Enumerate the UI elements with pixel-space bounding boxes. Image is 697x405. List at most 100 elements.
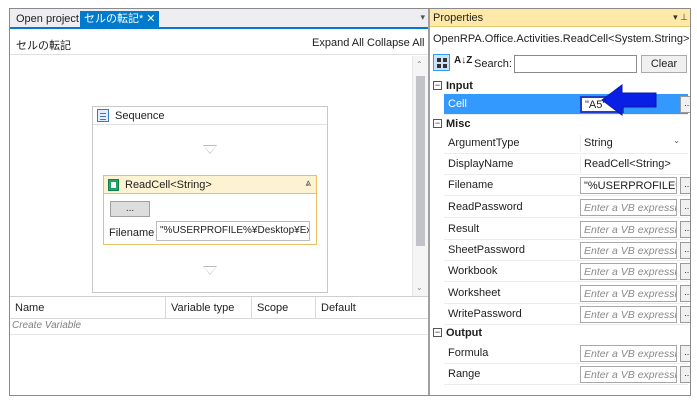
create-variable-row[interactable]: Create Variable [12, 320, 81, 331]
property-row-filename[interactable]: Filename "%USERPROFILE%¥D ... [444, 175, 690, 196]
filename-label: Filename [109, 227, 155, 239]
close-icon[interactable]: ✕ [146, 13, 155, 25]
column-default[interactable]: Default [316, 297, 428, 319]
browse-button[interactable]: ... [110, 201, 150, 217]
argumenttype-select[interactable]: String [580, 135, 676, 152]
drop-target-arrow-icon[interactable] [203, 266, 217, 275]
collapse-all-link[interactable]: Collapse All [367, 37, 424, 49]
result-input[interactable]: Enter a VB expressio [580, 221, 677, 238]
sequence-header: Sequence [93, 107, 327, 125]
chevron-down-icon[interactable]: ⌄ [673, 136, 680, 145]
expression-editor-button[interactable]: ... [680, 242, 690, 259]
property-name: Workbook [448, 265, 498, 277]
tab-open-project[interactable]: Open project [12, 11, 83, 28]
category-misc[interactable]: − Misc [430, 116, 690, 132]
window-frame: Open project セルの転記* ✕ ▾ セルの転記 Expand All … [9, 8, 691, 396]
property-name: Formula [448, 347, 489, 359]
property-name: Result [448, 223, 480, 235]
tab-active-workflow[interactable]: セルの転記* ✕ [80, 11, 159, 28]
property-row-formula[interactable]: Formula Enter a VB expressio ... [444, 343, 690, 364]
readcell-header: ReadCell<String> ⩓ [104, 176, 316, 194]
breadcrumb[interactable]: セルの転記 [16, 37, 71, 53]
search-label: Search: [474, 58, 512, 70]
category-label: Input [446, 80, 473, 92]
property-name: WritePassword [448, 308, 522, 320]
property-name: DisplayName [448, 158, 514, 170]
property-row-worksheet[interactable]: Worksheet Enter a VB expressio ... [444, 283, 690, 304]
expression-editor-button[interactable]: ... [680, 199, 690, 216]
expression-editor-button[interactable]: ... [680, 306, 690, 323]
property-name: Range [448, 368, 481, 380]
properties-pane: Properties ▾ ⊥ OpenRPA.Office.Activities… [428, 9, 690, 395]
properties-titlebar: Properties ▾ ⊥ [430, 9, 690, 27]
property-name: SheetPassword [448, 244, 526, 256]
collapse-icon[interactable]: − [433, 81, 442, 90]
property-name: ArgumentType [448, 137, 520, 149]
expand-all-link[interactable]: Expand All [312, 37, 364, 49]
workbook-input[interactable]: Enter a VB expressio [580, 263, 677, 280]
tab-overflow-icon[interactable]: ▾ [420, 12, 425, 23]
property-row-result[interactable]: Result Enter a VB expressio ... [444, 219, 690, 240]
sequence-activity[interactable]: Sequence ReadCell<String> ⩓ ... Filename… [92, 106, 328, 293]
range-input[interactable]: Enter a VB expressio [580, 366, 677, 383]
sort-alphabetical-icon[interactable]: A↓Z [454, 55, 472, 66]
readpassword-input[interactable]: Enter a VB expressio [580, 199, 677, 216]
divider [10, 334, 428, 335]
expression-editor-button[interactable]: ... [680, 221, 690, 238]
expression-editor-button[interactable]: ... [680, 263, 690, 280]
variables-panel: Name Variable type Scope Default Create … [10, 296, 428, 395]
property-row-displayname[interactable]: DisplayName ReadCell<String> [444, 154, 688, 175]
expression-editor-button[interactable]: ... [680, 366, 690, 383]
formula-input[interactable]: Enter a VB expressio [580, 345, 677, 362]
writepassword-input[interactable]: Enter a VB expressio [580, 306, 677, 323]
categorized-icon[interactable] [433, 54, 450, 71]
column-variable-type[interactable]: Variable type [166, 297, 252, 319]
property-row-range[interactable]: Range Enter a VB expressio ... [444, 364, 690, 385]
filename-input[interactable]: "%USERPROFILE%¥Desktop¥Exc [156, 221, 310, 241]
sequence-title: Sequence [115, 110, 165, 122]
expression-editor-button[interactable]: ... [680, 285, 690, 302]
property-row-readpassword[interactable]: ReadPassword Enter a VB expressio ... [444, 197, 690, 218]
category-output[interactable]: − Output [430, 325, 690, 341]
scrollbar-thumb[interactable] [416, 76, 425, 246]
properties-title: Properties [433, 12, 484, 24]
clear-button[interactable]: Clear [641, 55, 687, 73]
document-tab-bar: Open project セルの転記* ✕ ▾ [10, 9, 428, 29]
filename-value-input[interactable]: "%USERPROFILE%¥D [580, 177, 677, 194]
property-name: Filename [448, 179, 494, 191]
readcell-title: ReadCell<String> [125, 179, 212, 191]
designer-scrollbar[interactable]: ⌃ ⌄ [412, 56, 428, 296]
designer-canvas[interactable]: Sequence ReadCell<String> ⩓ ... Filename… [10, 56, 428, 296]
property-name: Cell [448, 98, 467, 110]
column-scope[interactable]: Scope [252, 297, 316, 319]
drop-target-arrow-icon[interactable] [203, 145, 217, 154]
collapse-icon[interactable]: − [433, 119, 442, 128]
properties-toolbar: A↓Z Search: Clear [430, 52, 690, 76]
scroll-down-icon[interactable]: ⌄ [416, 283, 423, 292]
property-row-sheetpassword[interactable]: SheetPassword Enter a VB expressio ... [444, 240, 690, 261]
displayname-input[interactable]: ReadCell<String> [580, 156, 676, 173]
collapse-icon[interactable]: − [433, 328, 442, 337]
readcell-activity[interactable]: ReadCell<String> ⩓ ... Filename "%USERPR… [103, 175, 317, 245]
arrow-left-icon [601, 84, 657, 116]
breadcrumb-bar: セルの転記 Expand All Collapse All [10, 31, 428, 55]
sheetpassword-input[interactable]: Enter a VB expressio [580, 242, 677, 259]
selected-type-name: OpenRPA.Office.Activities.ReadCell<Syste… [433, 33, 690, 45]
category-label: Output [446, 327, 483, 339]
property-row-writepassword[interactable]: WritePassword Enter a VB expressio ... [444, 304, 690, 325]
column-name[interactable]: Name [10, 297, 166, 319]
property-row-workbook[interactable]: Workbook Enter a VB expressio ... [444, 261, 690, 282]
scroll-up-icon[interactable]: ⌃ [416, 60, 423, 69]
designer-pane: Open project セルの転記* ✕ ▾ セルの転記 Expand All … [10, 9, 428, 395]
expression-editor-button[interactable]: ... [680, 345, 690, 362]
sequence-icon [97, 109, 109, 122]
variables-header: Name Variable type Scope Default [10, 297, 428, 319]
search-input[interactable] [514, 55, 637, 73]
expression-editor-button[interactable]: ... [680, 177, 690, 194]
collapse-icon[interactable]: ⩓ [305, 178, 311, 189]
category-label: Misc [446, 118, 471, 130]
expression-editor-button[interactable]: ... [680, 96, 690, 113]
worksheet-input[interactable]: Enter a VB expressio [580, 285, 677, 302]
pin-icon[interactable]: ▾ ⊥ [673, 12, 688, 23]
property-row-argumenttype[interactable]: ArgumentType String ⌄ [444, 133, 688, 154]
